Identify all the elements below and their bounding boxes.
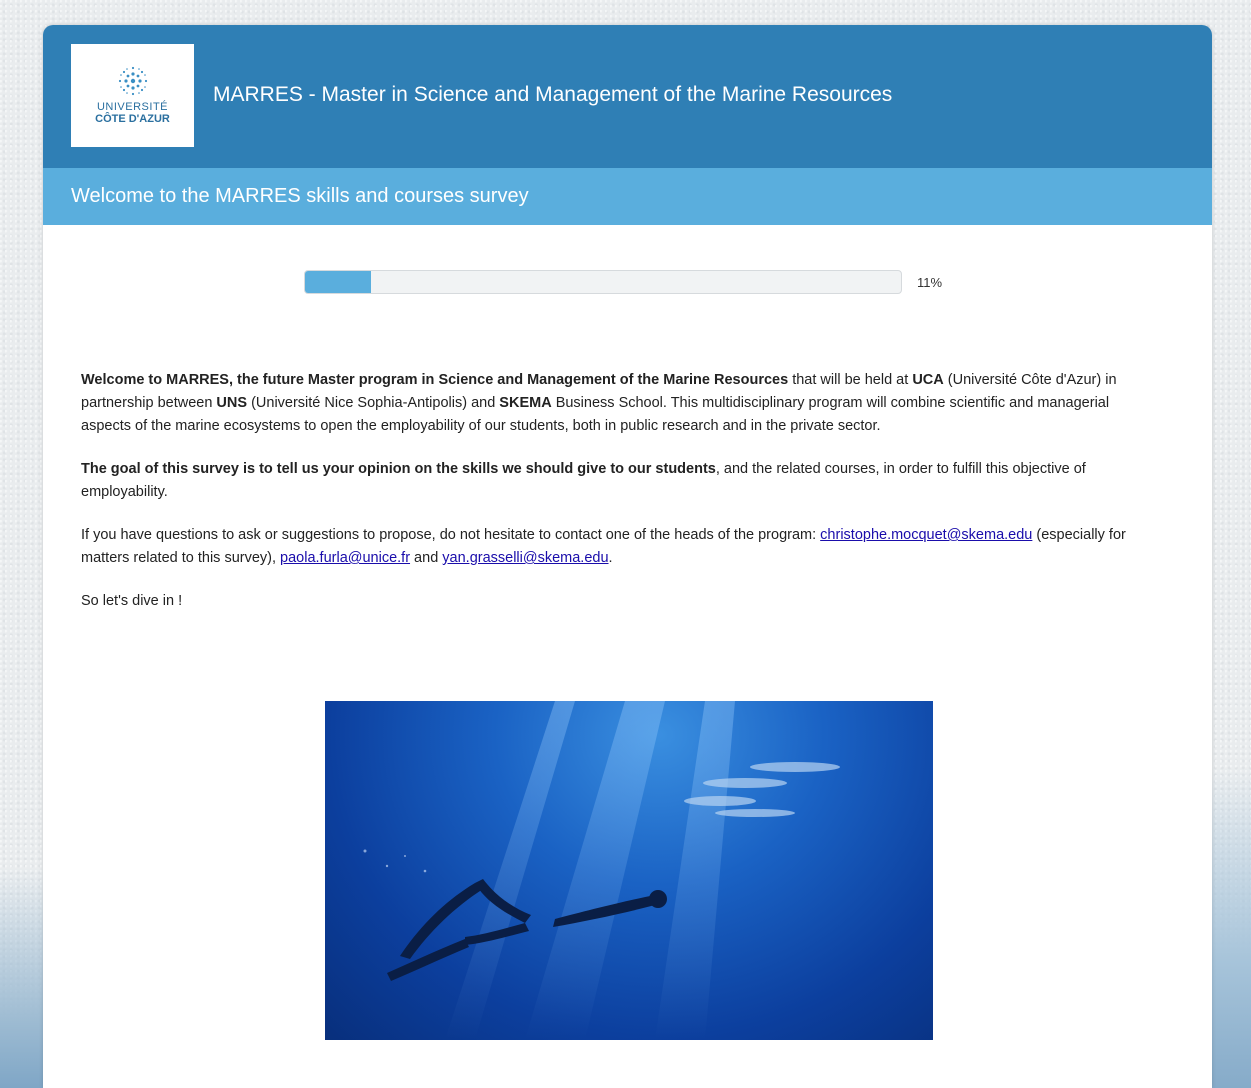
progress-indicator: 11% <box>304 270 942 294</box>
email-link-furla[interactable]: paola.furla@unice.fr <box>280 550 410 566</box>
survey-card: UNIVERSITÉ CÔTE D'AZUR MARRES - Master i… <box>43 25 1212 1088</box>
text: (Université Nice Sophia-Antipolis) and <box>247 395 500 411</box>
university-logo: UNIVERSITÉ CÔTE D'AZUR <box>71 43 194 147</box>
text: that will be held at <box>788 372 913 388</box>
bold-text: The goal of this survey is to tell us yo… <box>81 461 716 477</box>
progress-bar <box>304 270 902 294</box>
logo-text-universite: UNIVERSITÉ <box>96 101 168 113</box>
intro-text: Welcome to MARRES, the future Master pro… <box>81 369 1151 633</box>
intro-paragraph-3: If you have questions to ask or suggesti… <box>81 524 1151 570</box>
text: If you have questions to ask or suggesti… <box>81 527 821 543</box>
diver-illustration <box>363 701 840 1040</box>
bold-text: Welcome to MARRES, the future Master pro… <box>81 372 789 388</box>
text: and <box>410 550 443 566</box>
email-link-mocquet[interactable]: christophe.mocquet@skema.edu <box>820 527 1032 543</box>
logo-mark-icon <box>118 66 147 96</box>
intro-paragraph-1: Welcome to MARRES, the future Master pro… <box>81 369 1151 438</box>
top-header: UNIVERSITÉ CÔTE D'AZUR MARRES - Master i… <box>43 25 1212 168</box>
survey-welcome-bar: Welcome to the MARRES skills and courses… <box>43 168 1212 225</box>
progress-bar-fill <box>305 271 371 293</box>
bold-text: UCA <box>912 372 944 388</box>
page-title: MARRES - Master in Science and Managemen… <box>213 82 893 106</box>
bold-text: UNS <box>216 395 248 411</box>
progress-percentage: 11% <box>917 274 943 290</box>
text: . <box>608 550 613 566</box>
logo-text-cote-dazur: CÔTE D'AZUR <box>95 113 170 125</box>
email-link-grasselli[interactable]: yan.grasselli@skema.edu <box>442 550 608 566</box>
intro-paragraph-2: The goal of this survey is to tell us yo… <box>81 458 1151 504</box>
bold-text: SKEMA <box>499 395 552 411</box>
underwater-diver-image <box>325 701 933 1040</box>
intro-paragraph-4: So let's dive in ! <box>81 593 183 609</box>
survey-title: Welcome to the MARRES skills and courses… <box>71 185 529 207</box>
